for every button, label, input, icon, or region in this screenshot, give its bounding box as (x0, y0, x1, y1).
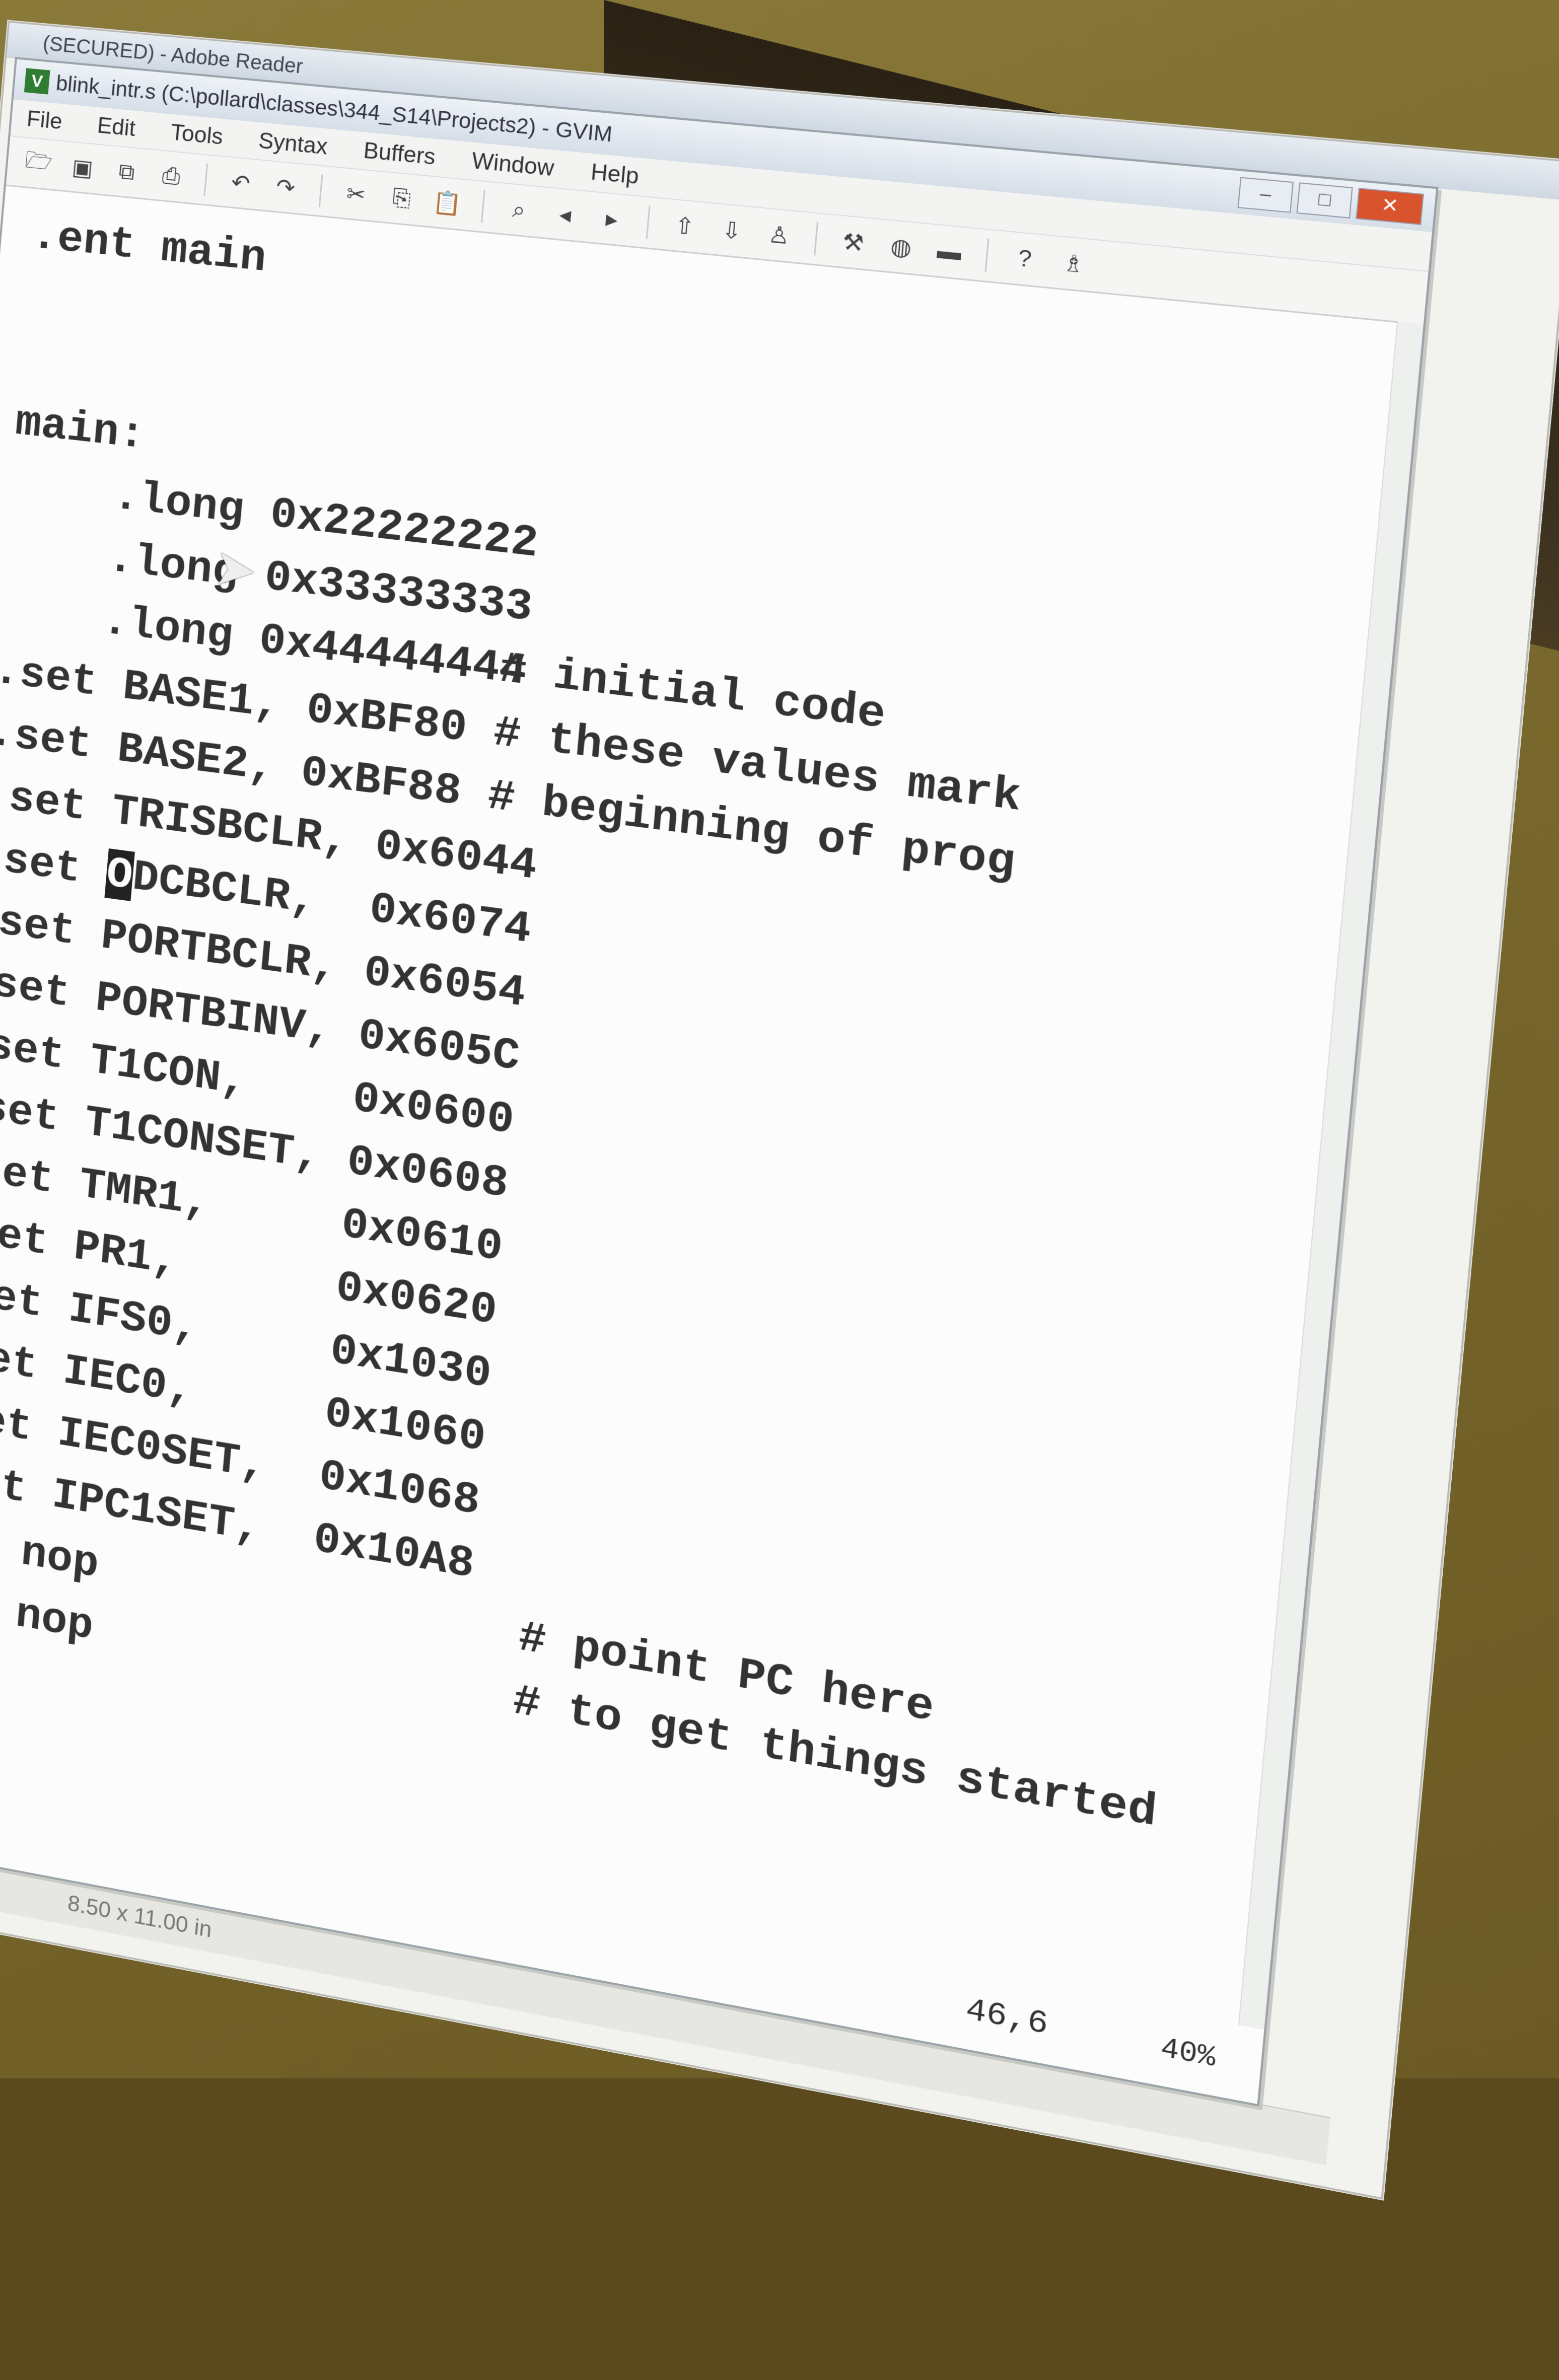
cut-icon[interactable]: ✂ (339, 177, 374, 211)
text-cursor: O (104, 848, 135, 901)
menu-syntax[interactable]: Syntax (257, 128, 328, 160)
toolbar-separator (984, 238, 989, 272)
run-script-icon[interactable]: ♙ (761, 218, 797, 253)
minimize-button[interactable]: – (1237, 177, 1294, 213)
save-session-icon[interactable]: ⇩ (714, 213, 750, 249)
menu-buffers[interactable]: Buffers (363, 138, 437, 170)
toolbar-separator (480, 190, 485, 224)
menu-help[interactable]: Help (590, 159, 640, 189)
projected-screen: (SECURED) - Adobe Reader 8.50 x 11.00 in… (0, 0, 1559, 2380)
open-icon[interactable]: 🗁 (22, 147, 55, 181)
undo-icon[interactable]: ↶ (224, 166, 258, 200)
menu-edit[interactable]: Edit (96, 113, 136, 141)
editor-text-area[interactable]: .ent main main: .long 0x22222222 .long 0… (0, 186, 1424, 1868)
menu-tools[interactable]: Tools (170, 120, 224, 150)
menu-file[interactable]: File (26, 106, 63, 135)
shell-icon[interactable]: ◍ (883, 229, 919, 265)
close-button[interactable]: ✕ (1356, 187, 1424, 226)
save-icon[interactable]: ▣ (65, 151, 99, 185)
cursor-line-prefix: .set (0, 831, 83, 894)
redo-icon[interactable]: ↷ (268, 170, 303, 205)
paste-icon[interactable]: 📋 (430, 186, 465, 221)
make-icon[interactable]: ⚒ (835, 225, 872, 260)
vim-logo-icon: V (24, 68, 50, 95)
toolbar-separator (813, 222, 819, 256)
toolbar-separator (203, 163, 208, 196)
mouse-pointer-icon: ➤ (214, 545, 257, 601)
toolbar-separator (646, 205, 651, 240)
find-icon[interactable]: ⌕ (501, 192, 536, 228)
tags-icon[interactable]: ▬ (931, 234, 968, 269)
copy-icon[interactable]: ⎘ (384, 181, 419, 216)
find-help-icon[interactable]: ♗ (1055, 246, 1092, 282)
scroll-percent: 40% (1159, 2032, 1217, 2075)
gvim-window: V blink_intr.s (C:\pollard\classes\344_S… (0, 57, 1439, 2107)
help-icon[interactable]: ? (1006, 241, 1043, 277)
find-prev-icon[interactable]: ◂ (547, 197, 583, 232)
find-next-icon[interactable]: ▸ (594, 201, 629, 237)
print-icon[interactable]: ⎙ (154, 159, 188, 193)
maximize-button[interactable]: □ (1296, 182, 1353, 219)
cursor-position: 46,6 (964, 1991, 1050, 2044)
toolbar-separator (318, 174, 323, 207)
menu-window[interactable]: Window (471, 148, 555, 182)
load-session-icon[interactable]: ⇧ (667, 208, 702, 244)
save-all-icon[interactable]: ⧉ (110, 155, 144, 189)
